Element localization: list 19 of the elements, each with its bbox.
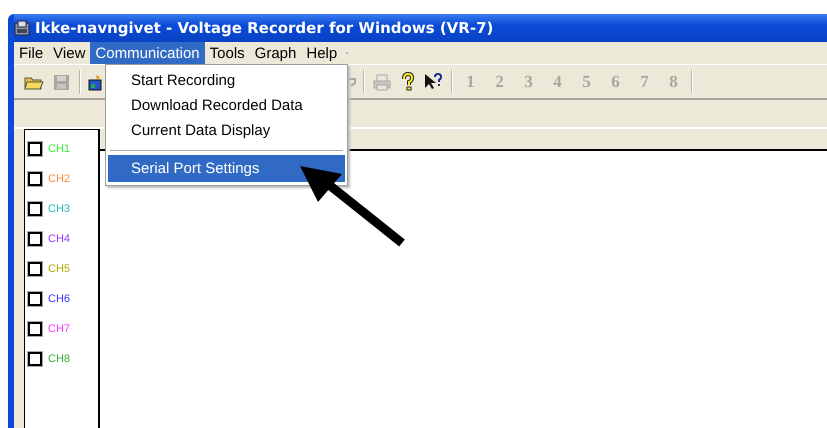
window-title: Ikke-navngivet - Voltage Recorder for Windows (VR-7) (35, 19, 494, 37)
channel-label: CH8 (48, 352, 70, 364)
menu-item[interactable]: Graph (250, 42, 302, 64)
menu-option[interactable]: Download Recorded Data (108, 93, 345, 118)
menu-item[interactable]: Help (301, 42, 342, 64)
channel-label: CH6 (48, 292, 70, 304)
menu-item[interactable]: File (14, 42, 48, 64)
channel-label: CH3 (48, 202, 70, 214)
menu-option[interactable]: Serial Port Settings (108, 155, 345, 182)
menu-item[interactable]: Tools (204, 42, 250, 64)
channel-label: CH7 (48, 322, 70, 334)
channel-label: CH4 (48, 232, 70, 244)
channel-label: CH1 (48, 142, 70, 154)
menu-item[interactable]: View (48, 42, 90, 64)
menu-option[interactable]: Current Data Display (108, 118, 345, 143)
channel-label: CH5 (48, 262, 70, 274)
channel-label: CH2 (48, 172, 70, 184)
menu-item[interactable]: Communication (90, 42, 205, 64)
menu-option[interactable]: Start Recording (108, 68, 345, 93)
